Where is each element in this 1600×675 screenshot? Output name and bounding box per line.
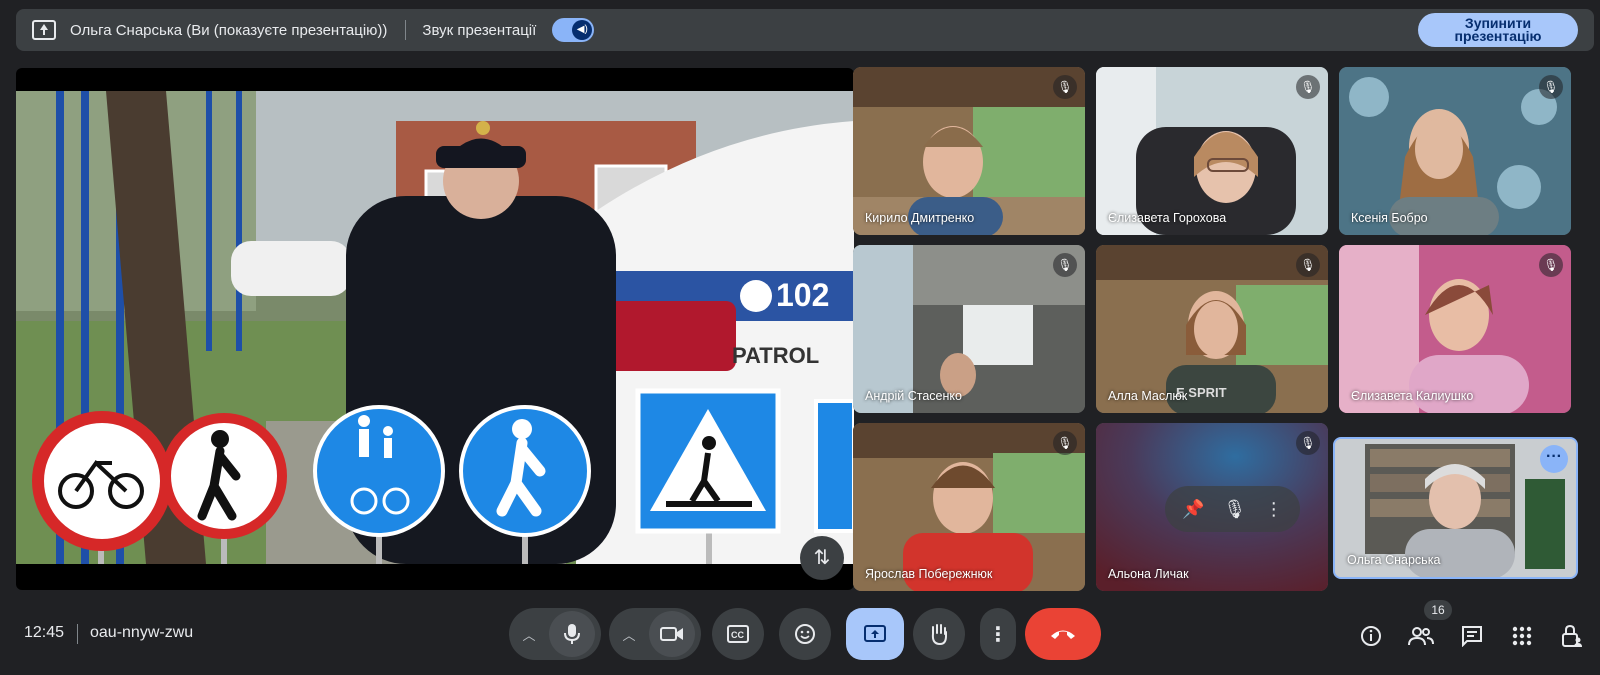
- self-view-tile[interactable]: ··· Ольга Снарська: [1333, 437, 1578, 579]
- participant-name: Ксенія Бобро: [1351, 211, 1428, 225]
- lock-person-icon: [1562, 624, 1582, 647]
- car-text: PATROL: [732, 343, 819, 368]
- participant-video: E SPRIT: [1096, 245, 1328, 413]
- people-button[interactable]: [1407, 622, 1435, 650]
- participant-video: [1339, 67, 1571, 235]
- camera-control: ︿: [609, 608, 701, 660]
- more-vert-icon[interactable]: ⋮: [1265, 499, 1283, 520]
- end-call-icon: [1051, 630, 1075, 639]
- captions-icon: CC: [727, 625, 749, 643]
- mic-muted-icon: 🎙: [1539, 253, 1563, 277]
- microphone-icon: [564, 624, 580, 644]
- presentation-video: 102 PATROL: [16, 91, 854, 564]
- people-icon: [1408, 627, 1434, 646]
- presentation-view: 102 PATROL ⇅: [16, 68, 854, 590]
- participant-tile[interactable]: 🎙 Ярослав Побережнюк: [853, 423, 1085, 591]
- present-screen-icon: [864, 625, 886, 642]
- mic-muted-icon: 🎙: [1053, 75, 1077, 99]
- mic-muted-icon: 🎙: [1296, 75, 1320, 99]
- captions-button[interactable]: CC: [712, 608, 764, 660]
- mic-muted-icon: 🎙: [1053, 431, 1077, 455]
- volume-icon: ◀): [572, 20, 593, 40]
- divider: [77, 624, 78, 644]
- participant-tile[interactable]: 🎙 Андрій Стасенко: [853, 245, 1085, 413]
- participant-video: [1096, 67, 1328, 235]
- participant-video: [853, 245, 1085, 413]
- tile-hover-controls: 📌 🎙 ⋮: [1165, 486, 1300, 532]
- camera-button[interactable]: [649, 611, 695, 657]
- mic-options-chevron-icon[interactable]: ︿: [515, 625, 543, 644]
- microphone-control: ︿: [509, 608, 601, 660]
- mic-muted-icon: 🎙: [1296, 253, 1320, 277]
- presenting-title: Ольга Снарська (Ви (показуєте презентаці…: [70, 21, 388, 39]
- participant-video: [853, 423, 1085, 591]
- participant-name: Альона Личак: [1108, 567, 1189, 581]
- participant-name: Ярослав Побережнюк: [865, 567, 993, 581]
- emoji-icon: [795, 624, 815, 644]
- mic-muted-icon: 🎙: [1053, 253, 1077, 277]
- presentation-sound-label: Звук презентації: [422, 21, 537, 39]
- mute-participant-icon[interactable]: 🎙: [1223, 499, 1246, 520]
- meeting-details-button[interactable]: [1357, 622, 1385, 650]
- raise-hand-icon: [931, 624, 947, 646]
- camera-options-chevron-icon[interactable]: ︿: [615, 625, 643, 644]
- chat-icon: [1462, 626, 1482, 647]
- swap-layout-button[interactable]: ⇅: [800, 536, 844, 580]
- apps-grid-icon: [1512, 626, 1532, 646]
- present-screen-button[interactable]: [846, 608, 904, 660]
- more-options-button[interactable]: ···: [1540, 445, 1568, 473]
- stop-presenting-button[interactable]: Зупинити презентацію: [1418, 13, 1578, 47]
- participant-name: Алла Маслюк: [1108, 389, 1188, 403]
- more-vert-icon: ⋮: [988, 623, 1008, 646]
- presenting-bar: Ольга Снарська (Ви (показуєте презентаці…: [16, 9, 1594, 51]
- mic-muted-icon: 🎙: [1539, 75, 1563, 99]
- participant-tile[interactable]: 🎙 Ксенія Бобро: [1339, 67, 1571, 235]
- emoji-reaction-button[interactable]: [779, 608, 831, 660]
- participant-tile[interactable]: E SPRIT 🎙 Алла Маслюк: [1096, 245, 1328, 413]
- participant-video: [853, 67, 1085, 235]
- end-call-button[interactable]: [1025, 608, 1101, 660]
- stop-presenting-label-2: презентацію: [1454, 28, 1542, 44]
- mic-muted-icon: 🎙: [1296, 431, 1320, 455]
- camera-icon: [660, 627, 683, 641]
- presentation-sound-toggle[interactable]: ◀): [552, 18, 595, 42]
- pin-icon[interactable]: 📌: [1182, 499, 1204, 520]
- participant-name: Кирило Дмитренко: [865, 211, 975, 225]
- participant-name: Андрій Стасенко: [865, 389, 962, 403]
- participant-count-badge: 16: [1424, 600, 1452, 620]
- chat-button[interactable]: [1458, 622, 1486, 650]
- svg-text:CC: CC: [731, 630, 744, 640]
- microphone-button[interactable]: [549, 611, 595, 657]
- present-screen-icon: [32, 20, 56, 40]
- participant-name: Єлизавета Горохова: [1108, 211, 1227, 225]
- activities-button[interactable]: [1508, 622, 1536, 650]
- more-options-button[interactable]: ⋮: [980, 608, 1016, 660]
- participant-video: [1339, 245, 1571, 413]
- car-number: 102: [776, 277, 829, 313]
- participant-name: Єлизавета Калиушко: [1351, 389, 1474, 403]
- participant-tile[interactable]: 🎙 Єлизавета Калиушко: [1339, 245, 1571, 413]
- info-icon: [1361, 626, 1381, 646]
- host-controls-button[interactable]: [1558, 622, 1586, 650]
- meeting-code: oau-nnyw-zwu: [90, 624, 194, 641]
- divider: [405, 20, 407, 40]
- participant-tile[interactable]: 🎙 Єлизавета Горохова: [1096, 67, 1328, 235]
- current-time: 12:45: [24, 624, 65, 641]
- participant-tile[interactable]: 🎙 Кирило Дмитренко: [853, 67, 1085, 235]
- self-name: Ольга Снарська: [1347, 553, 1441, 567]
- raise-hand-button[interactable]: [913, 608, 965, 660]
